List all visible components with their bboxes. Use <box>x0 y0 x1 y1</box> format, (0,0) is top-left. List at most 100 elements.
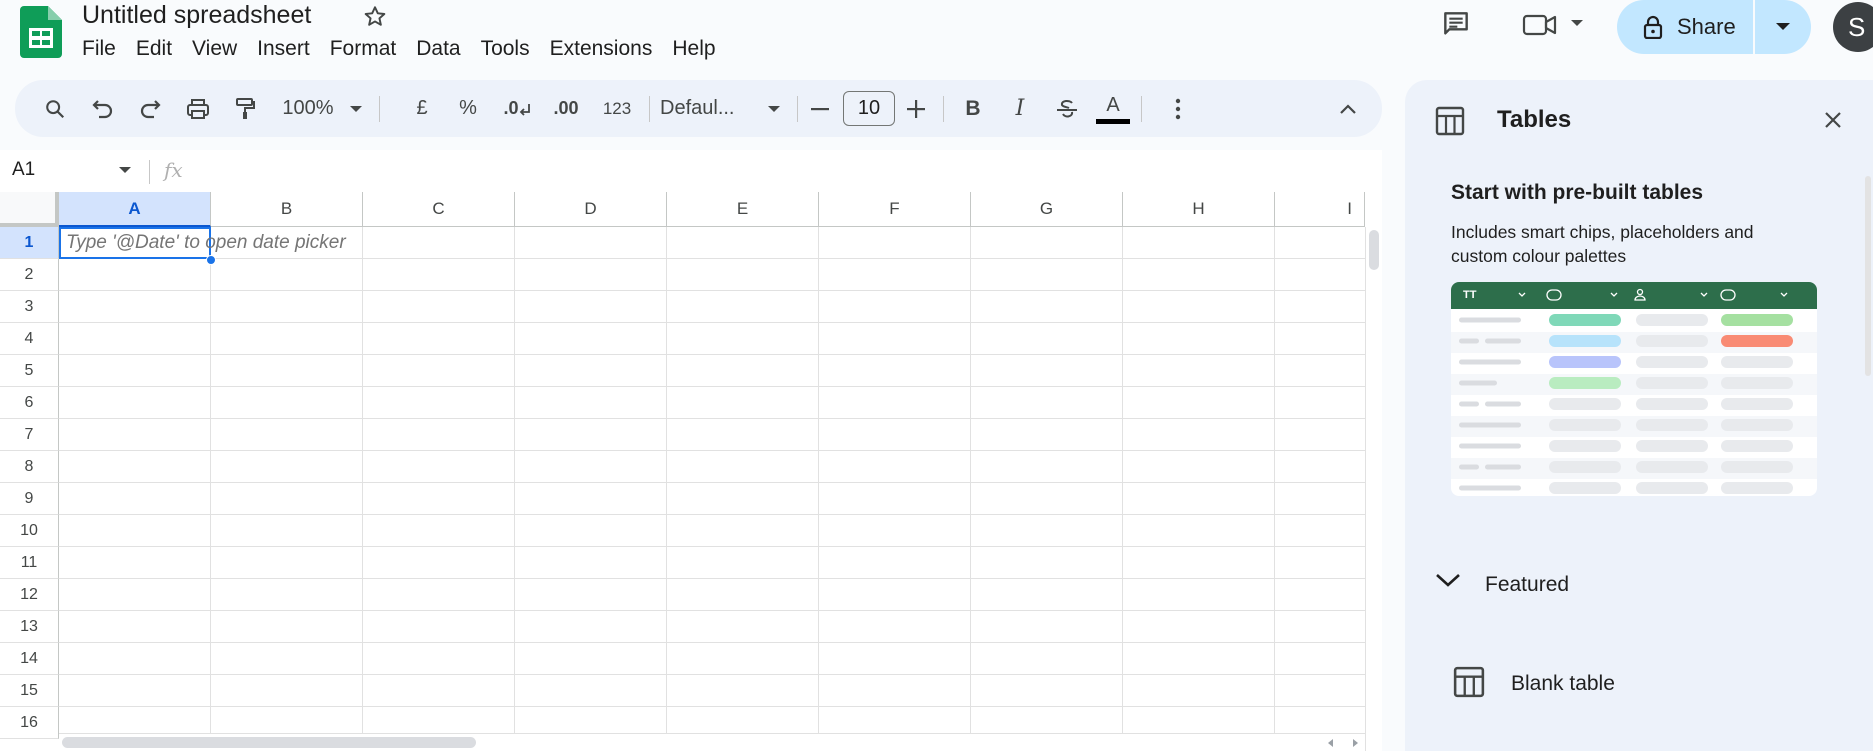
column-header-e[interactable]: E <box>667 192 819 227</box>
row-header-7[interactable]: 7 <box>0 419 59 451</box>
decrease-font-size-icon[interactable] <box>805 80 835 137</box>
star-icon[interactable] <box>362 4 388 30</box>
blank-table-icon[interactable] <box>1453 666 1485 698</box>
row-gridline <box>59 610 1365 611</box>
share-dropdown-button[interactable] <box>1755 0 1811 54</box>
row-header-2[interactable]: 2 <box>0 259 59 291</box>
more-options-icon[interactable] <box>1163 80 1193 137</box>
row-header-9[interactable]: 9 <box>0 483 59 515</box>
zoom-value[interactable]: 100% <box>277 80 339 137</box>
name-box-dropdown-icon[interactable] <box>118 166 132 174</box>
select-all-corner[interactable] <box>0 192 59 227</box>
row-header-1[interactable]: 1 <box>0 227 59 259</box>
font-family-select[interactable]: Defaul... <box>658 80 768 137</box>
row-gridline <box>59 322 1365 323</box>
undo-icon[interactable] <box>83 80 123 137</box>
column-header-f[interactable]: F <box>819 192 971 227</box>
collapse-toolbar-icon[interactable] <box>1331 80 1365 137</box>
menu-format[interactable]: Format <box>320 34 407 64</box>
menu-view[interactable]: View <box>182 34 247 64</box>
strikethrough-icon[interactable] <box>1049 80 1085 137</box>
row-header-16[interactable]: 16 <box>0 707 59 739</box>
currency-format-button[interactable]: £ <box>407 80 437 137</box>
row-header-4[interactable]: 4 <box>0 323 59 355</box>
prebuilt-table-preview[interactable]: TT <box>1451 282 1817 496</box>
toolbar-divider <box>797 96 798 122</box>
vertical-scrollbar[interactable] <box>1365 227 1382 751</box>
row-gridline <box>59 706 1365 707</box>
bold-button[interactable]: B <box>955 80 991 137</box>
font-size-input[interactable]: 10 <box>843 91 895 126</box>
row-header-3[interactable]: 3 <box>0 291 59 323</box>
paint-format-icon[interactable] <box>225 80 265 137</box>
menu-insert[interactable]: Insert <box>247 34 320 64</box>
sheets-logo-icon[interactable] <box>20 6 62 58</box>
active-cell-a1[interactable]: Type '@Date' to open date picker <box>59 227 346 259</box>
menu-data[interactable]: Data <box>406 34 470 64</box>
decrease-decimal-button[interactable]: .0 <box>497 80 537 137</box>
row-header-14[interactable]: 14 <box>0 643 59 675</box>
row-header-5[interactable]: 5 <box>0 355 59 387</box>
app-header: Untitled spreadsheet File Edit View Inse… <box>0 0 1873 78</box>
search-menus-icon[interactable] <box>35 80 75 137</box>
toolbar: 100% £ % .0 .00 123 Defaul... 10 B I A <box>15 80 1382 137</box>
column-header-a[interactable]: A <box>59 192 211 227</box>
name-box[interactable]: A1 <box>12 159 35 181</box>
menu-extensions[interactable]: Extensions <box>540 34 663 64</box>
italic-button[interactable]: I <box>1002 80 1038 137</box>
share-button[interactable]: Share <box>1617 0 1753 54</box>
number-format-button[interactable]: 123 <box>595 80 639 137</box>
redo-icon[interactable] <box>130 80 170 137</box>
menu-edit[interactable]: Edit <box>126 34 182 64</box>
column-header-d[interactable]: D <box>515 192 667 227</box>
formula-input[interactable] <box>200 154 1370 188</box>
account-avatar[interactable]: S <box>1833 2 1873 52</box>
increase-font-size-icon[interactable] <box>901 80 931 137</box>
row-header-10[interactable]: 10 <box>0 515 59 547</box>
scroll-arrows-icon[interactable] <box>1323 736 1363 750</box>
menu-tools[interactable]: Tools <box>471 34 540 64</box>
fill-handle[interactable] <box>206 255 216 265</box>
row-header-8[interactable]: 8 <box>0 451 59 483</box>
row-header-11[interactable]: 11 <box>0 547 59 579</box>
print-icon[interactable] <box>178 80 218 137</box>
chevron-down-icon[interactable] <box>1435 572 1461 588</box>
column-header-h[interactable]: H <box>1123 192 1275 227</box>
column-header-b[interactable]: B <box>211 192 363 227</box>
share-label: Share <box>1677 14 1736 39</box>
decrease-decimal-label: .0 <box>503 98 519 118</box>
percent-format-button[interactable]: % <box>451 80 485 137</box>
table-icon <box>1435 106 1465 136</box>
row-header-15[interactable]: 15 <box>0 675 59 707</box>
document-title[interactable]: Untitled spreadsheet <box>82 0 311 30</box>
row-gridline <box>59 386 1365 387</box>
horizontal-scroll-thumb[interactable] <box>62 737 476 748</box>
prebuilt-description: Includes smart chips, placeholders and c… <box>1451 222 1754 266</box>
row-header-6[interactable]: 6 <box>0 387 59 419</box>
close-icon[interactable] <box>1823 110 1843 130</box>
formula-bar: A1 fx <box>0 150 1382 192</box>
column-header-c[interactable]: C <box>363 192 515 227</box>
column-header-g[interactable]: G <box>971 192 1123 227</box>
toolbar-divider <box>1141 96 1142 122</box>
spreadsheet-grid: A B C D E F G H I 1 2 3 4 5 6 7 8 9 10 11 12 13 14 15 16 Type '@D… <box>0 192 1382 751</box>
vertical-scroll-thumb[interactable] <box>1369 230 1379 270</box>
featured-toggle[interactable]: Featured <box>1485 573 1569 597</box>
row-gridline <box>59 450 1365 451</box>
row-header-12[interactable]: 12 <box>0 579 59 611</box>
menu-help[interactable]: Help <box>662 34 725 64</box>
meet-button[interactable] <box>1520 8 1590 48</box>
font-dropdown-icon[interactable] <box>763 80 785 137</box>
row-header-13[interactable]: 13 <box>0 611 59 643</box>
comments-icon[interactable] <box>1440 8 1480 48</box>
column-gridline <box>1122 227 1123 751</box>
menu-bar: File Edit View Insert Format Data Tools … <box>72 34 726 64</box>
blank-table-option[interactable]: Blank table <box>1511 672 1615 696</box>
column-header-i[interactable]: I <box>1275 192 1365 227</box>
panel-scrollbar[interactable] <box>1865 176 1871 376</box>
text-color-button[interactable]: A <box>1091 80 1135 137</box>
increase-decimal-button[interactable]: .00 <box>543 80 589 137</box>
zoom-dropdown-icon[interactable] <box>345 80 367 137</box>
menu-file[interactable]: File <box>72 34 126 64</box>
column-gridline <box>666 227 667 751</box>
